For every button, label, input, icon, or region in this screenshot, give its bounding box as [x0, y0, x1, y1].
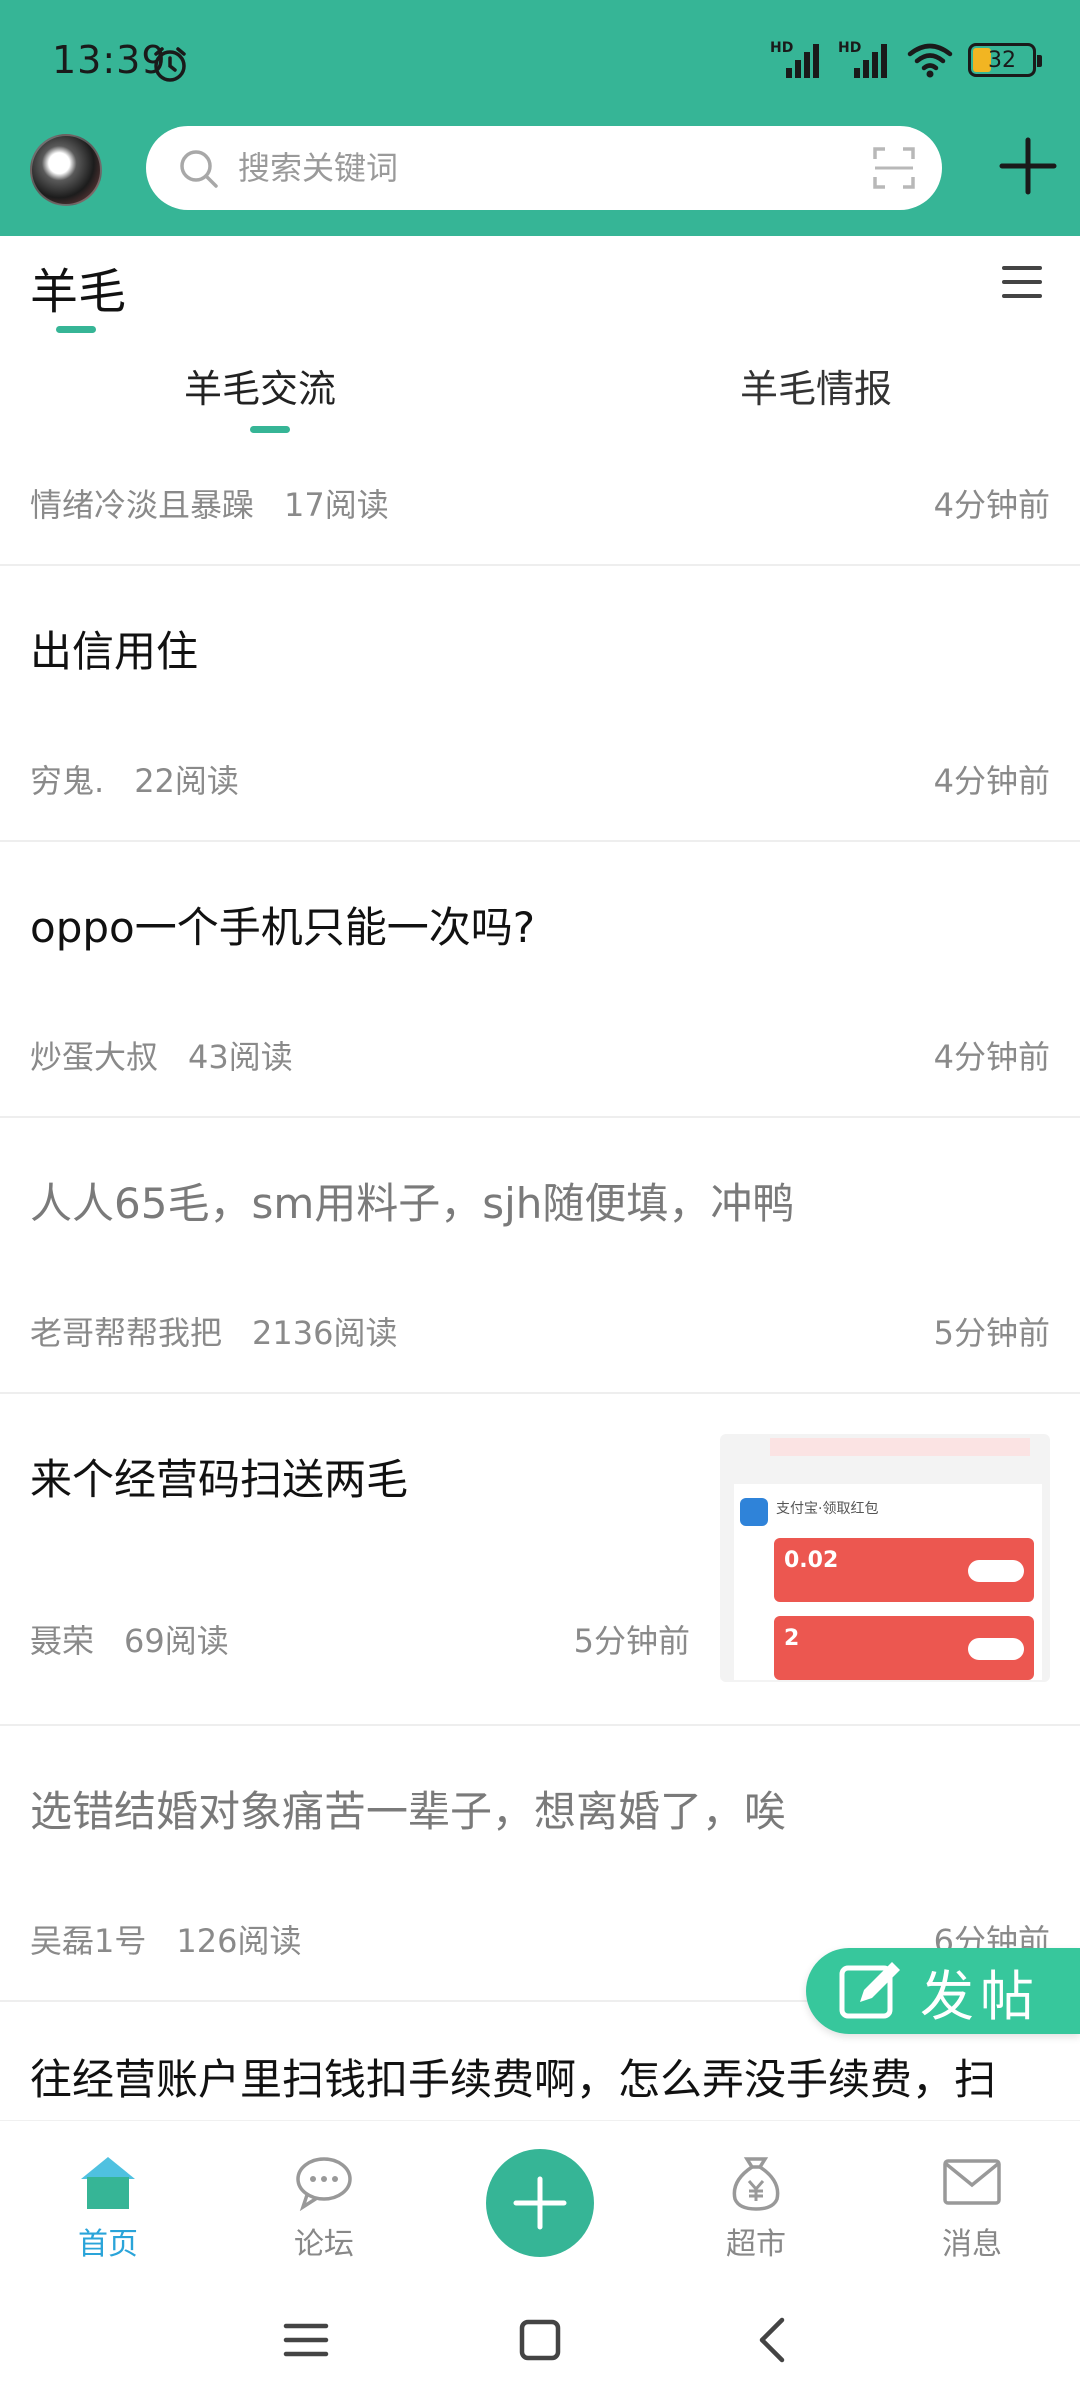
nav-messages[interactable]: 消息	[864, 2121, 1080, 2281]
post-reads: 69阅读	[124, 1622, 229, 1660]
signal-icon: HD	[838, 40, 892, 80]
post-meta: 炒蛋大叔 43阅读	[30, 1032, 293, 1078]
post-author: 聂荣	[30, 1622, 95, 1660]
post-author: 老哥帮帮我把	[30, 1314, 223, 1352]
nav-label: 首页	[78, 2227, 138, 2262]
status-icons: HD HD 32	[770, 40, 1042, 80]
battery-level: 32	[988, 47, 1016, 73]
home-icon	[81, 2157, 135, 2209]
thumbnail-banner	[770, 1438, 1030, 1456]
chat-icon	[296, 2157, 352, 2211]
post-title: 往经营账户里扫钱扣手续费啊，怎么弄没手续费，扫	[30, 2055, 997, 2104]
post-author: 情绪冷淡且暴躁	[30, 486, 255, 524]
post-time: 4分钟前	[933, 762, 1050, 800]
add-icon[interactable]	[998, 136, 1058, 196]
avatar[interactable]	[30, 134, 102, 206]
list-item[interactable]: 情绪冷淡且暴躁 17阅读 4分钟前	[0, 444, 1080, 566]
post-meta: 情绪冷淡且暴躁 17阅读	[30, 480, 389, 526]
post-reads: 126阅读	[176, 1922, 302, 1960]
post-reads: 2136阅读	[252, 1314, 398, 1352]
nav-forum[interactable]: 论坛	[216, 2121, 432, 2281]
red-packet-amount: 2	[784, 1626, 800, 1651]
mail-icon	[943, 2159, 1001, 2205]
search-input[interactable]	[238, 126, 798, 210]
system-nav-bar	[0, 2280, 1080, 2400]
nav-plus-button[interactable]	[486, 2149, 594, 2257]
new-post-label: 发帖	[920, 1964, 1040, 2028]
post-time: 5分钟前	[573, 1622, 690, 1660]
back-icon[interactable]	[744, 2310, 804, 2370]
nav-label: 消息	[942, 2227, 1002, 2262]
red-packet-card: 2	[774, 1616, 1034, 1680]
tab-yangmao-intel[interactable]: 羊毛情报	[740, 358, 892, 413]
nav-label: 论坛	[294, 2227, 354, 2262]
red-packet-card: 0.02	[774, 1538, 1034, 1602]
home-square-icon[interactable]	[510, 2310, 570, 2370]
bottom-nav: 首页 论坛 超市 消息	[0, 2120, 1080, 2280]
post-meta: 老哥帮帮我把 2136阅读	[30, 1308, 397, 1354]
list-item[interactable]: oppo一个手机只能一次吗? 炒蛋大叔 43阅读 4分钟前	[0, 842, 1080, 1118]
nav-home[interactable]: 首页	[0, 2121, 216, 2281]
post-time: 4分钟前	[933, 1038, 1050, 1076]
app-icon	[740, 1498, 768, 1526]
list-item[interactable]: 来个经营码扫送两毛 聂荣 69阅读 5分钟前 支付宝·领取红包 0.02 2	[0, 1394, 1080, 1726]
plus-icon	[513, 2176, 567, 2230]
list-item[interactable]: 人人65毛，sm用料子，sjh随便填，冲鸭 老哥帮帮我把 2136阅读 5分钟前	[0, 1118, 1080, 1394]
status-bar: 13:39 HD HD 32	[0, 0, 1080, 120]
new-post-button[interactable]: 发帖	[806, 1948, 1080, 2034]
top-header: 13:39 HD HD 32 搜索关键词	[0, 0, 1080, 236]
money-bag-icon	[732, 2157, 780, 2211]
search-icon	[180, 150, 218, 188]
post-title: oppo一个手机只能一次吗?	[30, 903, 536, 952]
hd-label: HD	[838, 40, 862, 56]
post-list: 情绪冷淡且暴躁 17阅读 4分钟前 出信用住 穷鬼. 22阅读 4分钟前 oppo一…	[0, 444, 1080, 2132]
section-title-underline	[56, 326, 96, 333]
post-thumbnail[interactable]: 支付宝·领取红包 0.02 2	[720, 1434, 1050, 1682]
post-author: 穷鬼.	[30, 762, 105, 800]
post-reads: 17阅读	[284, 486, 389, 524]
red-packet-button	[968, 1638, 1024, 1660]
post-author: 吴磊1号	[30, 1922, 147, 1960]
list-item[interactable]: 出信用住 穷鬼. 22阅读 4分钟前	[0, 566, 1080, 842]
post-meta: 吴磊1号 126阅读	[30, 1916, 301, 1962]
post-reads: 22阅读	[134, 762, 239, 800]
menu-icon[interactable]	[276, 2310, 336, 2370]
nav-market[interactable]: 超市	[648, 2121, 864, 2281]
hd-label: HD	[770, 40, 794, 56]
post-meta: 聂荣 69阅读	[30, 1616, 229, 1662]
post-title: 选错结婚对象痛苦一辈子，想离婚了，唉	[30, 1787, 787, 1836]
red-packet-button	[968, 1560, 1024, 1582]
red-packet-amount: 0.02	[784, 1548, 839, 1573]
edit-icon	[839, 1962, 900, 2019]
thumbnail-app-label: 支付宝·领取红包	[776, 1501, 879, 1517]
scan-icon[interactable]	[872, 146, 916, 190]
battery-icon: 32	[968, 43, 1042, 77]
post-title: 来个经营码扫送两毛	[30, 1455, 409, 1504]
menu-icon[interactable]	[1000, 262, 1044, 302]
section-title: 羊毛	[30, 264, 127, 320]
post-time: 4分钟前	[933, 486, 1050, 524]
post-reads: 43阅读	[188, 1038, 293, 1076]
post-title: 人人65毛，sm用料子，sjh随便填，冲鸭	[30, 1179, 795, 1228]
nav-label: 超市	[726, 2227, 786, 2262]
alarm-icon	[154, 47, 186, 82]
post-time: 5分钟前	[933, 1314, 1050, 1352]
post-author: 炒蛋大叔	[30, 1038, 159, 1076]
post-meta: 穷鬼. 22阅读	[30, 756, 239, 802]
search-bar[interactable]	[146, 126, 942, 210]
post-title: 出信用住	[30, 627, 199, 676]
tab-yangmao-exchange[interactable]: 羊毛交流	[184, 358, 336, 413]
signal-icon: HD	[770, 40, 824, 80]
wifi-icon	[907, 43, 953, 78]
tab-indicator	[250, 426, 290, 433]
